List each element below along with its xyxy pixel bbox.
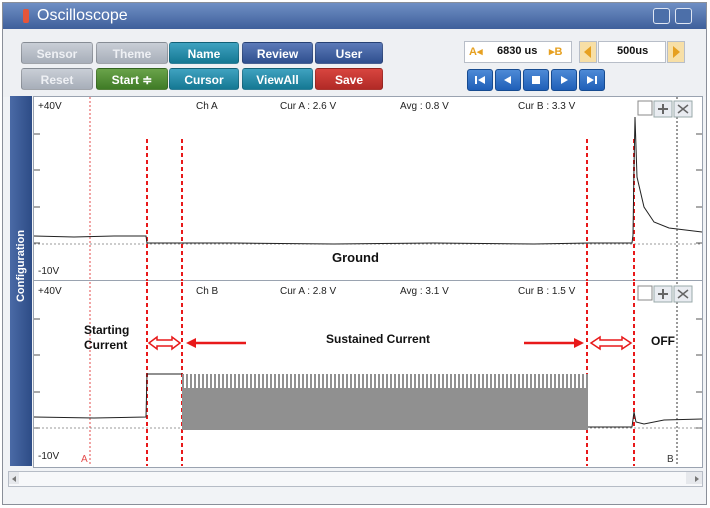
next-button[interactable] <box>551 69 577 91</box>
scroll-left-icon <box>12 476 16 482</box>
configuration-label: Configuration <box>15 229 27 303</box>
next-icon <box>561 76 568 84</box>
stop-button[interactable] <box>523 69 549 91</box>
chart-a-channel: Ch A <box>196 101 218 112</box>
restore-icon[interactable] <box>653 8 670 24</box>
starting-annotation: Starting <box>84 323 129 337</box>
current-annotation: Current <box>84 338 127 352</box>
sensor-button[interactable]: Sensor <box>21 42 93 64</box>
chart-b-channel: Ch B <box>196 286 219 297</box>
time-div-value: 500us <box>617 45 649 57</box>
scroll-right-icon <box>695 476 699 482</box>
chart-b-ymin: -10V <box>38 451 59 462</box>
stop-icon <box>532 76 540 84</box>
scope-area: +40V -10V Ch A Cur A : 2.6 V Avg : 0.8 V… <box>33 96 703 468</box>
chart-b-cur-a: Cur A : 2.8 V <box>280 286 336 297</box>
ground-annotation: Ground <box>332 250 379 265</box>
channel-a-trace <box>34 116 702 245</box>
channel-b-pwm-trace <box>182 374 588 430</box>
channel-a-chart: +40V -10V Ch A Cur A : 2.6 V Avg : 0.8 V… <box>34 97 702 281</box>
toolbar: Sensor Theme Name Review User Setting Re… <box>3 29 706 97</box>
arrow-right-icon <box>673 46 680 58</box>
skip-end-button[interactable] <box>579 69 605 91</box>
sustained-left-arrow <box>186 338 246 348</box>
channel-b-baseline-trace <box>34 373 182 419</box>
time-increase-button[interactable] <box>667 41 685 63</box>
time-div-field[interactable]: 500us <box>598 41 666 63</box>
cursor-a-value: 6830 us <box>497 45 538 57</box>
save-button[interactable]: Save <box>315 68 383 90</box>
scroll-right-button[interactable] <box>686 472 702 484</box>
skip-start-button[interactable] <box>467 69 493 91</box>
chart-b-avg: Avg : 3.1 V <box>400 286 449 297</box>
chart-b-close-icon[interactable] <box>673 285 693 303</box>
cursor-button[interactable]: Cursor <box>169 68 239 90</box>
name-button[interactable]: Name <box>169 42 239 64</box>
skip-end-icon <box>587 76 597 84</box>
arrow-left-icon <box>584 46 591 58</box>
cursor-time-readout: A◂ 6830 us ▸B <box>464 41 572 63</box>
prev-icon <box>504 76 511 84</box>
cursor-b-marker[interactable]: B <box>667 454 674 465</box>
window-title: Oscilloscope <box>37 7 128 24</box>
configuration-sidebar[interactable]: Configuration <box>10 96 32 466</box>
maximize-icon[interactable] <box>675 8 692 24</box>
channel-b-tail-trace <box>588 411 702 428</box>
chart-a-ymin: -10V <box>38 266 59 277</box>
off-annotation: OFF <box>651 334 675 348</box>
viewall-button[interactable]: ViewAll <box>242 68 313 90</box>
reset-button[interactable]: Reset <box>21 68 93 90</box>
theme-button[interactable]: Theme <box>96 42 168 64</box>
starting-double-arrow <box>147 335 182 351</box>
cursor-a-label: A◂ <box>469 46 483 58</box>
chart-a-cur-b: Cur B : 3.3 V <box>518 101 576 112</box>
chart-b-cur-b: Cur B : 1.5 V <box>518 286 576 297</box>
sustained-right-arrow <box>524 338 584 348</box>
horizontal-scrollbar[interactable] <box>8 471 703 487</box>
start-button[interactable]: Start ≑ <box>96 68 168 90</box>
app-icon <box>23 9 29 23</box>
chart-b-ymax: +40V <box>38 286 62 297</box>
channel-b-chart: +40V -10V Ch B Cur A : 2.8 V Avg : 3.1 V… <box>34 282 702 466</box>
off-double-arrow <box>589 335 633 351</box>
sustained-current-annotation: Sustained Current <box>326 332 430 346</box>
cursor-b-label: ▸B <box>549 46 563 58</box>
cursor-a-marker[interactable]: A <box>81 454 88 465</box>
chart-a-cur-a: Cur A : 2.6 V <box>280 101 336 112</box>
chart-a-close-icon[interactable] <box>673 100 693 118</box>
prev-button[interactable] <box>495 69 521 91</box>
chart-a-ymax: +40V <box>38 101 62 112</box>
scroll-left-button[interactable] <box>9 472 19 484</box>
chart-b-add-icon[interactable] <box>653 285 673 303</box>
chart-a-checkbox[interactable] <box>637 100 653 116</box>
user-setting-button[interactable]: User Setting <box>315 42 383 83</box>
review-button[interactable]: Review <box>242 42 313 64</box>
time-decrease-button[interactable] <box>579 41 597 63</box>
chart-b-checkbox[interactable] <box>637 285 653 301</box>
title-bar: Oscilloscope <box>3 3 706 29</box>
chart-a-add-icon[interactable] <box>653 100 673 118</box>
chart-a-avg: Avg : 0.8 V <box>400 101 449 112</box>
skip-start-icon <box>475 76 485 84</box>
